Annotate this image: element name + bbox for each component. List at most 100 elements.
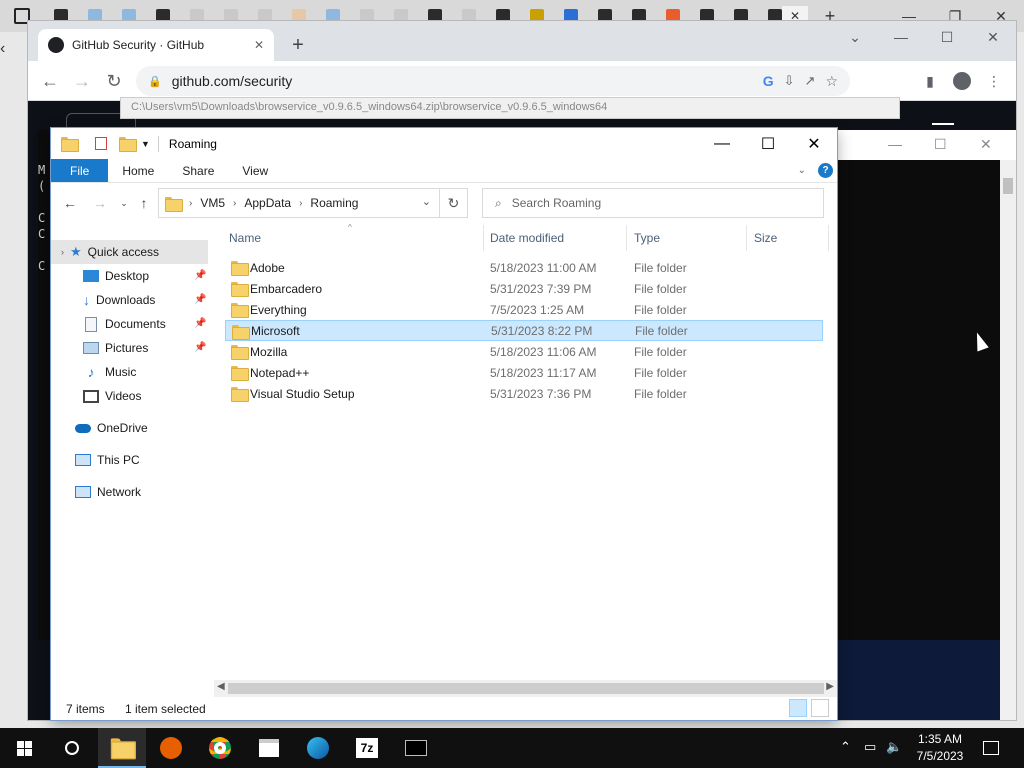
new-folder-icon[interactable] <box>119 137 137 152</box>
column-header-name[interactable]: Name ^ <box>225 223 484 251</box>
chrome-icon[interactable] <box>196 728 244 768</box>
breadcrumb-separator-icon[interactable]: › <box>189 198 192 209</box>
file-row[interactable]: Embarcadero 5/31/2023 7:39 PM File folder <box>225 278 823 299</box>
customize-chevron-icon[interactable]: ▼ <box>141 139 150 149</box>
up-arrow-icon[interactable]: ↑ <box>131 190 157 216</box>
file-row[interactable]: Microsoft 5/31/2023 8:22 PM File folder <box>225 320 823 341</box>
nav-documents[interactable]: Documents <box>83 312 208 336</box>
expand-ribbon-icon[interactable]: ⌄ <box>798 165 806 176</box>
nav-downloads[interactable]: ↓ Downloads <box>83 288 208 312</box>
google-lens-icon[interactable]: G <box>763 73 774 89</box>
breadcrumb-vm5[interactable]: VM5 <box>200 196 225 210</box>
large-icons-view-icon[interactable] <box>811 699 829 717</box>
scroll-left-icon[interactable]: ◀ <box>217 681 225 692</box>
nav-music[interactable]: ♪ Music <box>83 360 208 384</box>
bookmark-star-icon[interactable]: ☆ <box>825 73 838 90</box>
nav-quick-access[interactable]: › ★ Quick access <box>51 240 208 264</box>
explorer-minimize-icon[interactable]: — <box>699 128 745 159</box>
chrome-tab-github[interactable]: GitHub Security · GitHub ✕ <box>38 29 274 61</box>
forward-arrow-icon[interactable]: → <box>68 67 96 95</box>
tab-share[interactable]: Share <box>168 159 228 182</box>
console-scrollbar[interactable] <box>1000 160 1016 640</box>
console-maximize-icon[interactable]: ☐ <box>934 136 947 153</box>
search-input[interactable] <box>511 196 792 210</box>
search-box[interactable]: ⌕ <box>482 188 824 218</box>
file-explorer-window: ▼ Roaming — ☐ ✕ File Home Share View ⌄ ?… <box>51 128 837 720</box>
breadcrumb-roaming[interactable]: Roaming <box>310 196 358 210</box>
scrollbar-thumb[interactable] <box>228 683 824 694</box>
pin-icon[interactable]: 📌 <box>194 294 206 305</box>
notifications-icon[interactable] <box>968 728 1014 768</box>
clock[interactable]: 1:35 AM 7/5/2023 <box>910 731 970 765</box>
chrome-tab-search-icon[interactable]: ⌄ <box>832 23 878 51</box>
tray-chevron-icon[interactable]: ⌃ <box>840 739 851 755</box>
file-row[interactable]: Everything 7/5/2023 1:25 AM File folder <box>225 299 823 320</box>
7zip-icon[interactable]: 7z <box>343 728 391 768</box>
breadcrumb-appdata[interactable]: AppData <box>244 196 291 210</box>
scroll-right-icon[interactable]: ▶ <box>826 681 834 692</box>
terminal-icon[interactable] <box>392 728 440 768</box>
breadcrumb-separator-icon[interactable]: › <box>233 198 236 209</box>
explorer-maximize-icon[interactable]: ☐ <box>745 128 791 159</box>
chrome-menu-icon[interactable]: ⋮ <box>982 69 1006 93</box>
share-icon[interactable]: ↗ <box>805 73 816 89</box>
pin-icon[interactable]: 📌 <box>194 318 206 329</box>
properties-icon[interactable] <box>95 137 107 150</box>
volume-muted-icon[interactable]: 🔈 <box>886 739 902 755</box>
edge-icon[interactable] <box>294 728 342 768</box>
pin-icon[interactable]: 📌 <box>194 270 206 281</box>
column-header-type[interactable]: Type <box>630 225 747 251</box>
column-header-date[interactable]: Date modified <box>486 225 627 251</box>
address-bar[interactable]: 🔒 github.com/security G ⇩ ↗ ☆ <box>136 66 850 96</box>
tab-file[interactable]: File <box>51 159 109 182</box>
explorer-close-icon[interactable]: ✕ <box>791 128 837 159</box>
chrome-tab-close-icon[interactable]: ✕ <box>254 38 264 52</box>
pin-icon[interactable]: 📌 <box>194 342 206 353</box>
console-close-icon[interactable]: ✕ <box>980 136 992 153</box>
chrome-new-tab-icon[interactable]: + <box>286 33 310 57</box>
reload-icon[interactable]: ↻ <box>100 67 128 95</box>
refresh-icon[interactable]: ↻ <box>440 188 468 218</box>
side-panel-icon[interactable]: ▮ <box>918 69 942 93</box>
forward-arrow-icon[interactable]: → <box>87 190 113 216</box>
file-row[interactable]: Notepad++ 5/18/2023 11:17 AM File folder <box>225 362 823 383</box>
network-icon[interactable]: ▭ <box>864 739 876 755</box>
address-dropdown-icon[interactable]: ⌄ <box>422 195 431 208</box>
details-view-icon[interactable] <box>789 699 807 717</box>
file-row[interactable]: Mozilla 5/18/2023 11:06 AM File folder <box>225 341 823 362</box>
install-icon[interactable]: ⇩ <box>784 73 795 89</box>
file-row[interactable]: Adobe 5/18/2023 11:00 AM File folder <box>225 257 823 278</box>
back-arrow-icon[interactable]: ← <box>57 190 83 216</box>
help-icon[interactable]: ? <box>818 163 833 178</box>
breadcrumb-separator-icon[interactable]: › <box>299 198 302 209</box>
chrome-maximize-icon[interactable]: ☐ <box>924 23 970 51</box>
nav-onedrive[interactable]: OneDrive <box>75 416 208 440</box>
tab-view[interactable]: View <box>228 159 282 182</box>
file-row[interactable]: Visual Studio Setup 5/31/2023 7:36 PM File… <box>225 383 823 404</box>
nav-network[interactable]: Network <box>75 480 208 504</box>
chrome-minimize-icon[interactable]: — <box>878 23 924 51</box>
firefox-icon[interactable] <box>147 728 195 768</box>
nav-this-pc[interactable]: This PC <box>75 448 208 472</box>
nav-desktop[interactable]: Desktop <box>83 264 208 288</box>
chrome-close-icon[interactable]: ✕ <box>970 23 1016 51</box>
back-arrow-icon[interactable]: ← <box>36 67 64 95</box>
column-header-size[interactable]: Size <box>750 225 829 251</box>
horizontal-scrollbar[interactable]: ◀ ▶ <box>214 680 837 697</box>
address-bar[interactable]: › VM5 › AppData › Roaming ⌄ <box>158 188 440 218</box>
edge-back-icon[interactable]: ‹ <box>0 40 24 64</box>
start-windows-icon[interactable] <box>0 728 48 768</box>
search-icon[interactable] <box>48 728 96 768</box>
console-minimize-icon[interactable]: — <box>888 136 902 152</box>
nav-pictures[interactable]: Pictures <box>83 336 208 360</box>
quick-access-toolbar: ▼ <box>61 137 150 152</box>
nav-videos[interactable]: Videos <box>83 384 208 408</box>
file-explorer-taskbar-icon[interactable] <box>98 728 146 768</box>
expand-chevron-icon[interactable]: › <box>61 247 64 257</box>
github-menu-icon[interactable] <box>932 123 954 125</box>
store-icon[interactable] <box>245 728 293 768</box>
profile-avatar-icon[interactable] <box>950 69 974 93</box>
tab-home[interactable]: Home <box>108 159 168 182</box>
right-scrollbar[interactable] <box>1000 640 1016 720</box>
